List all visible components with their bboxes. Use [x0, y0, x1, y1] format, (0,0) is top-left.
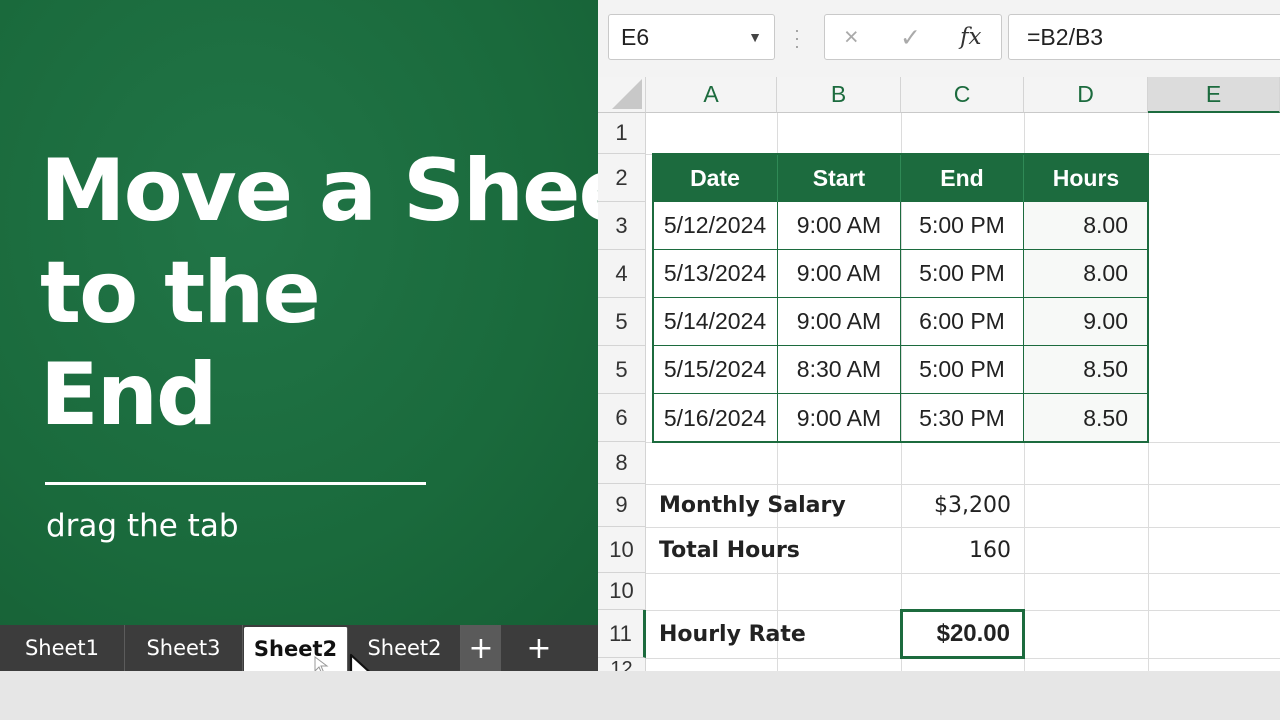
- row-header[interactable]: 4: [598, 250, 646, 298]
- name-box[interactable]: E6 ▼: [608, 14, 775, 60]
- grid-line: [646, 573, 1280, 574]
- subtitle: drag the tab: [46, 508, 239, 544]
- enter-icon[interactable]: ✓: [900, 23, 921, 53]
- total-hours-label[interactable]: Total Hours: [646, 527, 901, 573]
- name-box-value: E6: [621, 23, 650, 50]
- row-header[interactable]: 6: [598, 394, 646, 442]
- row-header[interactable]: 3: [598, 202, 646, 250]
- insert-function-icon[interactable]: fx: [960, 24, 981, 50]
- monthly-salary-value[interactable]: $3,200: [901, 484, 1024, 527]
- column-header-c[interactable]: C: [901, 77, 1024, 113]
- headline-line-2: to the: [40, 243, 321, 343]
- sheet-tab-2[interactable]: Sheet3: [125, 625, 243, 671]
- column-header-a[interactable]: A: [646, 77, 777, 113]
- formula-bar: E6 ▼ · · · × ✓ fx =B2/B3: [598, 0, 1280, 77]
- new-sheet-button[interactable]: +: [501, 625, 577, 671]
- sheet-tab-bar: Sheet1 Sheet3 Sheet2 Sheet2 + +: [0, 625, 598, 671]
- row-header[interactable]: 5: [598, 298, 646, 346]
- headline-line-3: End: [40, 345, 218, 445]
- bottom-strip: [0, 671, 1280, 720]
- cancel-icon[interactable]: ×: [844, 23, 859, 52]
- chevron-down-icon[interactable]: ▼: [748, 29, 762, 45]
- column-header-e[interactable]: E: [1148, 77, 1280, 113]
- spreadsheet: E6 ▼ · · · × ✓ fx =B2/B3 A B C D E 1 2 3 4…: [598, 0, 1280, 671]
- headline-line-1: Move a Sheet: [40, 141, 676, 241]
- hourly-rate-value[interactable]: $20.00: [900, 609, 1025, 659]
- hourly-rate-label[interactable]: Hourly Rate: [646, 610, 901, 658]
- row-header[interactable]: 9: [598, 484, 646, 527]
- row-header[interactable]: 2: [598, 154, 646, 202]
- headline: Move a Sheet to the End: [40, 140, 676, 446]
- row-header[interactable]: 5: [598, 346, 646, 394]
- more-options-icon[interactable]: · · ·: [794, 21, 800, 55]
- row-header[interactable]: 10: [598, 573, 646, 610]
- total-hours-value[interactable]: 160: [901, 527, 1024, 573]
- row-header[interactable]: 12: [598, 658, 646, 671]
- title-panel: Move a Sheet to the End drag the tab: [0, 0, 676, 625]
- formula-input[interactable]: =B2/B3: [1008, 14, 1280, 60]
- table-border: [652, 153, 1149, 443]
- sheet-tab-1[interactable]: Sheet1: [0, 625, 125, 671]
- row-header-selected[interactable]: 11: [598, 610, 646, 658]
- column-header-b[interactable]: B: [777, 77, 901, 113]
- title-divider: [45, 482, 426, 485]
- column-header-d[interactable]: D: [1024, 77, 1148, 113]
- formula-buttons: × ✓ fx: [824, 14, 1002, 60]
- select-all-corner[interactable]: [598, 77, 646, 113]
- add-sheet-button[interactable]: +: [461, 625, 501, 671]
- monthly-salary-label[interactable]: Monthly Salary: [646, 484, 901, 527]
- row-header[interactable]: 10: [598, 527, 646, 573]
- row-header[interactable]: 8: [598, 442, 646, 484]
- row-header[interactable]: 1: [598, 113, 646, 154]
